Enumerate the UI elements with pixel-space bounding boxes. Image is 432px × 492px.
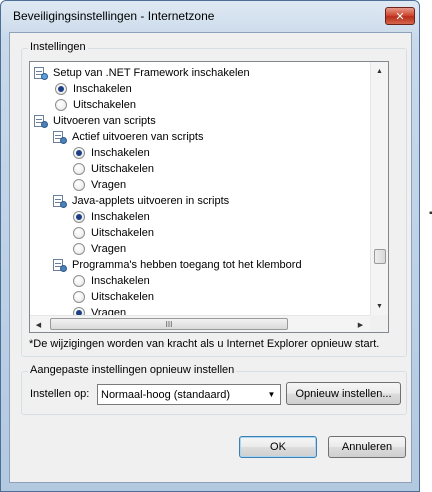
option-label: Vragen — [91, 243, 127, 255]
settings-group-label: Instellingen — [28, 41, 88, 53]
scrollbar-corner — [370, 315, 388, 332]
settings-option[interactable]: Uitschakelen — [73, 161, 154, 177]
ok-button[interactable]: OK — [239, 436, 317, 458]
settings-category: Java-applets uitvoeren in scripts — [52, 193, 229, 209]
cancel-button[interactable]: Annuleren — [328, 436, 406, 458]
category-label: Java-applets uitvoeren in scripts — [72, 195, 230, 207]
radio-unchecked-icon[interactable] — [55, 99, 67, 111]
settings-option[interactable]: Uitschakelen — [55, 97, 136, 113]
option-label: Uitschakelen — [91, 291, 154, 303]
vertical-scrollbar[interactable]: ▲ ▼ — [370, 62, 388, 316]
close-icon: ✕ — [395, 10, 405, 23]
option-label: Inschakelen — [91, 147, 150, 159]
scroll-left-icon[interactable]: ◀ — [30, 316, 47, 333]
scroll-down-icon[interactable]: ▼ — [371, 298, 388, 315]
option-label: Inschakelen — [73, 83, 132, 95]
option-label: Uitschakelen — [91, 163, 154, 175]
radio-unchecked-icon[interactable] — [73, 163, 85, 175]
radio-checked-icon[interactable] — [55, 83, 67, 95]
radio-unchecked-icon[interactable] — [73, 243, 85, 255]
category-label: Setup van .NET Framework inschakelen — [53, 67, 250, 79]
script-settings-icon — [52, 258, 67, 272]
settings-category: Actief uitvoeren van scripts — [52, 129, 203, 145]
security-level-value: Normaal-hoog (standaard) — [101, 388, 231, 401]
option-label: Vragen — [91, 179, 127, 191]
settings-option[interactable]: Inschakelen — [73, 273, 150, 289]
horizontal-scroll-thumb[interactable]: III — [50, 318, 288, 330]
settings-option[interactable]: Uitschakelen — [73, 225, 154, 241]
background-window-edge: ▪ — [420, 0, 432, 492]
settings-option[interactable]: Vragen — [73, 177, 126, 193]
cancel-button-label: Annuleren — [341, 441, 393, 453]
horizontal-scrollbar[interactable]: ◀ III ▶ — [30, 315, 370, 332]
settings-option[interactable]: Inschakelen — [73, 145, 150, 161]
reset-group-label: Aangepaste instellingen opnieuw instelle… — [28, 364, 237, 376]
scroll-up-icon[interactable]: ▲ — [371, 63, 388, 80]
settings-list-content: Setup van .NET Framework inschakelen Insc… — [30, 62, 370, 316]
scroll-grip-icon: III — [165, 319, 173, 329]
radio-unchecked-icon[interactable] — [73, 291, 85, 303]
ok-button-label: OK — [270, 441, 286, 453]
settings-option[interactable]: Inschakelen — [55, 81, 132, 97]
chevron-down-icon[interactable]: ▼ — [263, 385, 280, 404]
vertical-scroll-thumb[interactable] — [374, 249, 386, 264]
option-label: Uitschakelen — [91, 227, 154, 239]
category-label: Programma's hebben toegang tot het klemb… — [72, 259, 302, 271]
script-settings-icon — [33, 114, 48, 128]
option-label: Uitschakelen — [73, 99, 136, 111]
radio-checked-icon[interactable] — [73, 147, 85, 159]
settings-option[interactable]: Inschakelen — [73, 209, 150, 225]
settings-category: Programma's hebben toegang tot het klemb… — [52, 257, 302, 273]
radio-unchecked-icon[interactable] — [73, 275, 85, 287]
security-level-select[interactable]: Normaal-hoog (standaard) ▼ — [97, 384, 281, 405]
close-button[interactable]: ✕ — [385, 7, 415, 25]
dotnet-setup-icon — [33, 66, 48, 80]
settings-option[interactable]: Vragen — [73, 241, 126, 257]
reset-button-label: Opnieuw instellen... — [295, 387, 392, 400]
reset-button[interactable]: Opnieuw instellen... — [286, 382, 401, 405]
dialog-window: Beveiligingsinstellingen - Internetzone … — [0, 0, 420, 492]
radio-unchecked-icon[interactable] — [73, 179, 85, 191]
script-settings-icon — [52, 130, 67, 144]
category-label: Uitvoeren van scripts — [53, 115, 156, 127]
scroll-right-icon[interactable]: ▶ — [352, 316, 369, 333]
script-settings-icon — [52, 194, 67, 208]
settings-option[interactable]: Uitschakelen — [73, 289, 154, 305]
radio-checked-icon[interactable] — [73, 211, 85, 223]
radio-unchecked-icon[interactable] — [73, 227, 85, 239]
category-label: Actief uitvoeren van scripts — [72, 131, 204, 143]
window-title: Beveiligingsinstellingen - Internetzone — [13, 9, 215, 23]
option-label: Inschakelen — [91, 211, 150, 223]
settings-category: Uitvoeren van scripts — [33, 113, 156, 129]
option-label: Inschakelen — [91, 275, 150, 287]
title-bar[interactable]: Beveiligingsinstellingen - Internetzone … — [1, 1, 419, 31]
settings-category: Setup van .NET Framework inschakelen — [33, 65, 250, 81]
restart-note: *De wijzigingen worden van kracht als u … — [29, 338, 380, 350]
settings-list[interactable]: Setup van .NET Framework inschakelen Insc… — [29, 61, 389, 333]
reset-to-label: Instellen op: — [30, 388, 90, 400]
